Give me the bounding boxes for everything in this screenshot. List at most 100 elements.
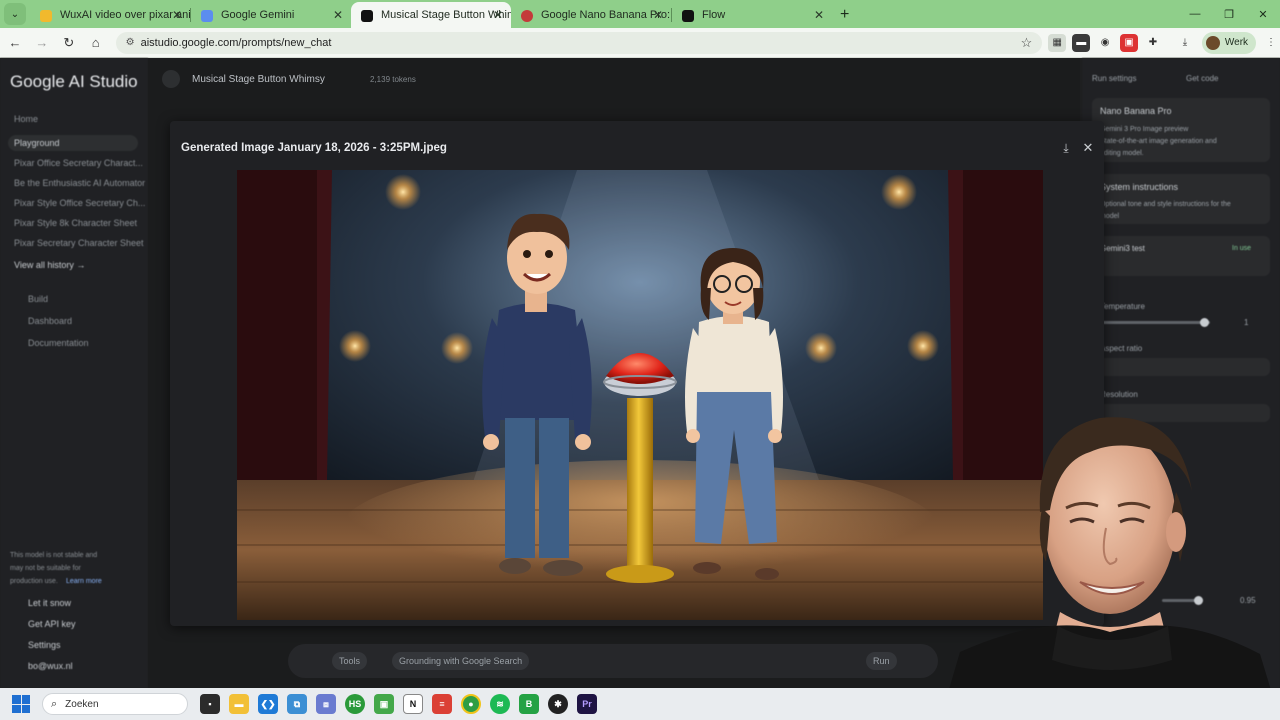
dialog-title: Generated Image January 18, 2026 - 3:25P… (181, 142, 447, 154)
file-explorer-icon[interactable]: ▬ (229, 694, 249, 714)
bookmark-star-icon[interactable]: ☆ (1021, 35, 1033, 51)
close-tab-icon[interactable]: ✕ (333, 8, 343, 22)
forward-icon[interactable]: → (30, 31, 54, 55)
grounding-chip[interactable]: Grounding with Google Search (392, 652, 530, 670)
screen: ⌄ WuxAI video over pixar animati ✕ Googl… (0, 0, 1280, 720)
minimize-icon[interactable]: — (1178, 0, 1212, 28)
article-favicon-icon (521, 10, 533, 22)
temperature-slider[interactable] (1100, 321, 1210, 324)
sidebar-item-dashboard[interactable]: Dashboard (28, 316, 72, 326)
sidebar-item-settings[interactable]: Settings (28, 640, 61, 650)
restore-icon[interactable]: ❐ (1212, 0, 1246, 28)
temperature-label: Temperature (1100, 302, 1145, 311)
notion-icon[interactable]: N (403, 694, 423, 714)
prompt-composer[interactable]: Tools Grounding with Google Search Run (288, 644, 938, 678)
history-item[interactable]: Be the Enthusiastic AI Automator (14, 178, 145, 188)
back-icon[interactable]: ← (3, 31, 27, 55)
learn-more-link[interactable]: Learn more (66, 578, 102, 585)
sidebar-item-home[interactable]: Home (14, 114, 38, 124)
sidebar-item-playground[interactable]: Playground (8, 135, 138, 151)
premiere-pro-icon[interactable]: Pr (577, 694, 597, 714)
app-icon[interactable]: ▣ (374, 694, 394, 714)
hs-app-icon[interactable]: HS (345, 694, 365, 714)
search-icon: ⌕ (51, 697, 58, 710)
history-item[interactable]: Pixar Style 8k Character Sheet (14, 218, 137, 228)
task-view-icon[interactable]: ▪ (200, 694, 220, 714)
model-notice-line: may not be suitable for (10, 565, 81, 572)
start-windows-icon[interactable] (12, 695, 30, 713)
app-icon[interactable]: ⧉ (287, 694, 307, 714)
tab-title: Flow (702, 9, 726, 21)
prompt-title[interactable]: Musical Stage Button Whimsy (192, 74, 325, 85)
spotify-icon[interactable]: ≋ (490, 694, 510, 714)
flow-favicon-icon (682, 10, 694, 22)
model-notice-line: production use. (10, 578, 58, 585)
download-icon[interactable]: ⤓ (1058, 140, 1074, 156)
tab-1[interactable]: WuxAI video over pixar animati ✕ (30, 2, 190, 28)
address-bar[interactable]: ⚙ aistudio.google.com/prompts/new_chat ☆ (115, 31, 1043, 54)
app-icon[interactable]: B (519, 694, 539, 714)
sidebar-item-let-it-snow[interactable]: Let it snow (28, 598, 71, 608)
close-tab-icon[interactable]: ✕ (653, 8, 663, 22)
tools-chip[interactable]: Tools (332, 652, 368, 670)
temperature-value[interactable]: 1 (1244, 318, 1248, 327)
extension-icon[interactable]: ▬ (1072, 33, 1091, 52)
aspect-ratio-label: Aspect ratio (1100, 344, 1143, 353)
home-icon[interactable]: ⌂ (84, 31, 108, 55)
download-icon[interactable]: ⤓ (1176, 34, 1194, 52)
tab-3-active[interactable]: Musical Stage Button Whimsy | ✕ (351, 2, 511, 28)
tab-title: Google Gemini (221, 9, 295, 21)
profile-label: Werk (1224, 37, 1249, 48)
in-use-badge: In use (1232, 245, 1252, 252)
model-description: editing model. (1100, 150, 1144, 157)
chrome-icon[interactable]: ● (461, 694, 481, 714)
tab-2[interactable]: Google Gemini ✕ (191, 2, 351, 28)
close-tab-icon[interactable]: ✕ (172, 8, 182, 22)
sidebar-toggle-icon[interactable] (162, 70, 180, 88)
app-icon[interactable]: ⧈ (316, 694, 336, 714)
todoist-icon[interactable]: ≡ (432, 694, 452, 714)
run-button[interactable]: Run (866, 652, 897, 670)
aspect-ratio-select[interactable] (1092, 358, 1270, 376)
app-icon[interactable]: ✱ (548, 694, 568, 714)
close-tab-icon[interactable]: ✕ (493, 8, 503, 22)
tab-search-dropdown-icon[interactable]: ⌄ (4, 3, 26, 25)
sidebar-item-build[interactable]: Build (28, 294, 48, 304)
model-notice-line: This model is not stable and (10, 552, 98, 559)
close-window-icon[interactable]: ✕ (1246, 0, 1280, 28)
browser-menu-icon[interactable]: ⋮ (1262, 34, 1280, 52)
reload-icon[interactable]: ↻ (57, 31, 81, 55)
sidebar-item-documentation[interactable]: Documentation (28, 338, 89, 348)
extension-icon[interactable]: ▦ (1048, 33, 1067, 52)
sidebar: Google AI Studio Home Playground Pixar O… (0, 58, 148, 688)
temperature-slider-knob[interactable] (1200, 318, 1209, 327)
view-all-history-link[interactable]: View all history → (14, 260, 85, 270)
pdf-extension-icon[interactable]: ▣ (1120, 33, 1139, 52)
avatar (1205, 35, 1220, 50)
camera-extension-icon[interactable]: ◉ (1096, 34, 1114, 52)
tab-4[interactable]: Google Nano Banana Pro: Adva ✕ (511, 2, 671, 28)
sidebar-item-get-api-key[interactable]: Get API key (28, 619, 76, 629)
windows-taskbar: ⌕ Zoeken ▪ ▬ ❮❯ ⧉ ⧈ HS ▣ N ≡ ● ≋ B ✱ Pr (0, 688, 1280, 720)
saved-instructions-card[interactable] (1092, 236, 1270, 276)
taskbar-search-input[interactable]: ⌕ Zoeken (42, 693, 188, 715)
new-tab-icon[interactable]: + (840, 6, 849, 24)
extensions-puzzle-icon[interactable]: ✚ (1144, 34, 1162, 52)
vscode-icon[interactable]: ❮❯ (258, 694, 278, 714)
history-item[interactable]: Pixar Office Secretary Charact... (14, 158, 143, 168)
history-item[interactable]: Pixar Style Office Secretary Ch... (14, 198, 145, 208)
search-placeholder: Zoeken (65, 698, 99, 710)
browser-toolbar: ← → ↻ ⌂ ⚙ aistudio.google.com/prompts/ne… (0, 28, 1280, 58)
system-instructions-title: System instructions (1100, 182, 1179, 192)
get-code-button[interactable]: Get code (1186, 74, 1218, 83)
history-item[interactable]: Pixar Secretary Character Sheet (14, 238, 144, 248)
tab-title: WuxAI video over pixar animati (60, 9, 190, 21)
profile-button[interactable]: Werk (1201, 31, 1257, 54)
token-count: 2,139 tokens (370, 75, 416, 84)
account-email[interactable]: bo@wux.nl (28, 661, 73, 671)
close-icon[interactable]: ✕ (1080, 140, 1096, 156)
webcam-overlay (940, 392, 1280, 720)
close-tab-icon[interactable]: ✕ (814, 8, 824, 22)
tab-5[interactable]: Flow ✕ (672, 2, 832, 28)
site-info-icon[interactable]: ⚙ (126, 37, 135, 48)
